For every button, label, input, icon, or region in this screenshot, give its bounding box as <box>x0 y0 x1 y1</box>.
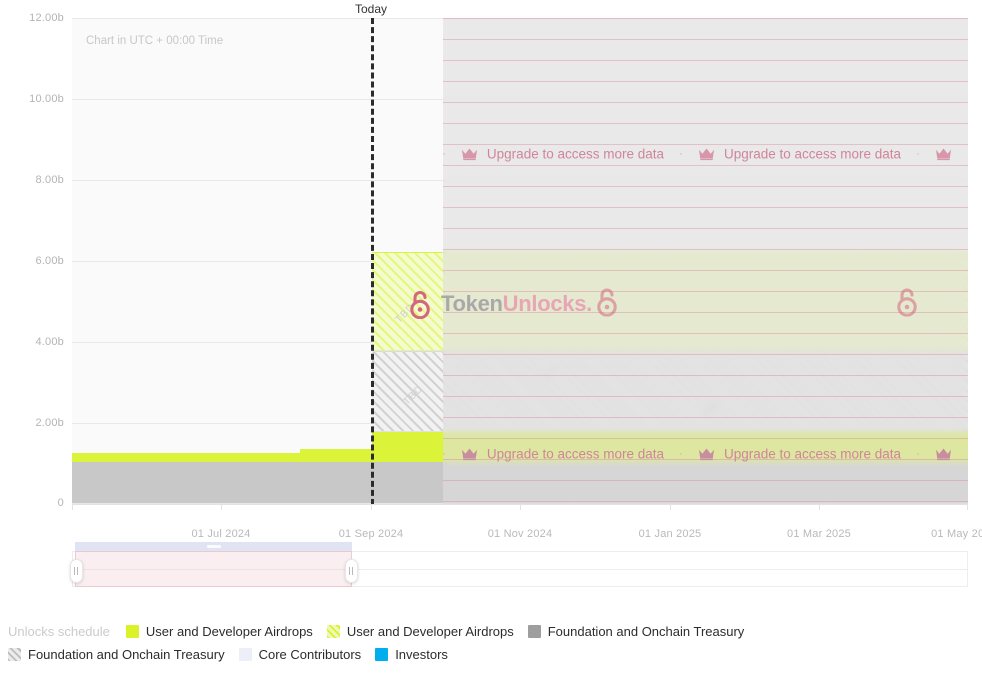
x-tick-label: 01 Jan 2025 <box>638 528 702 540</box>
legend-item-treasury-hatched[interactable]: Foundation and Onchain Treasury <box>8 647 225 662</box>
range-slider-selection[interactable] <box>75 551 352 587</box>
legend-item-airdrops-solid[interactable]: User and Developer Airdrops <box>125 624 313 639</box>
x-tick-mark <box>967 504 968 510</box>
x-tick-mark <box>670 504 671 510</box>
x-tick-mark <box>520 504 521 510</box>
y-tick-label: 12.00b <box>29 12 64 24</box>
legend-swatch-icon <box>326 625 340 638</box>
drag-handle-icon <box>77 567 78 575</box>
legend-title: Unlocks schedule <box>8 624 110 639</box>
chart-legend: Unlocks schedule User and Developer Aird… <box>0 620 982 662</box>
y-tick-label: 2.00b <box>35 417 64 429</box>
legend-item-label: Investors <box>395 647 448 662</box>
legend-item-treasury-solid[interactable]: Foundation and Onchain Treasury <box>527 624 745 639</box>
legend-swatch-icon <box>125 625 139 638</box>
today-marker-line <box>371 18 374 505</box>
legend-item-label: User and Developer Airdrops <box>346 624 514 639</box>
legend-item-label: Foundation and Onchain Treasury <box>547 624 745 639</box>
x-tick-label: 01 Jul 2024 <box>191 528 251 540</box>
drag-handle-icon <box>352 567 353 575</box>
x-tick-mark <box>72 504 73 510</box>
y-tick-label: 4.00b <box>35 336 64 348</box>
legend-item-label: Core Contributors <box>258 647 362 662</box>
legend-item-label: User and Developer Airdrops <box>145 624 313 639</box>
x-tick-label: 01 Sep 2024 <box>338 528 404 540</box>
drag-handle-icon <box>349 567 350 575</box>
range-slider-handle-right[interactable] <box>344 559 358 583</box>
legend-item-label: Foundation and Onchain Treasury <box>28 647 225 662</box>
range-slider[interactable] <box>69 542 968 587</box>
unlocks-chart-page: Chart in UTC + 00:00 Time TBD TBD TBD TB… <box>0 0 982 679</box>
legend-swatch-icon <box>8 648 21 661</box>
legend-swatch-icon <box>375 648 389 661</box>
x-tick-label: 01 Mar 2025 <box>787 528 851 540</box>
y-tick-label: 8.00b <box>35 174 64 186</box>
y-axis: 12.00b 10.00b 8.00b 6.00b 4.00b 2.00b 0 <box>0 12 982 509</box>
today-marker-label: Today <box>354 2 388 16</box>
range-slider-handle-left[interactable] <box>69 559 83 583</box>
legend-item-airdrops-hatched[interactable]: User and Developer Airdrops <box>326 624 514 639</box>
drag-handle-icon <box>74 567 75 575</box>
legend-swatch-icon <box>238 648 252 661</box>
y-tick-label: 10.00b <box>29 93 64 105</box>
x-tick-mark <box>221 504 222 510</box>
legend-swatch-icon <box>527 625 541 638</box>
y-tick-label: 0 <box>57 497 64 509</box>
x-tick-label: 01 May 2025 <box>931 528 982 540</box>
x-tick-mark <box>819 504 820 510</box>
legend-item-core-contributors[interactable]: Core Contributors <box>238 647 362 662</box>
x-tick-mark <box>371 504 372 510</box>
x-tick-label: 01 Nov 2024 <box>487 528 553 540</box>
legend-item-investors[interactable]: Investors <box>375 647 448 662</box>
y-tick-label: 6.00b <box>35 255 64 267</box>
